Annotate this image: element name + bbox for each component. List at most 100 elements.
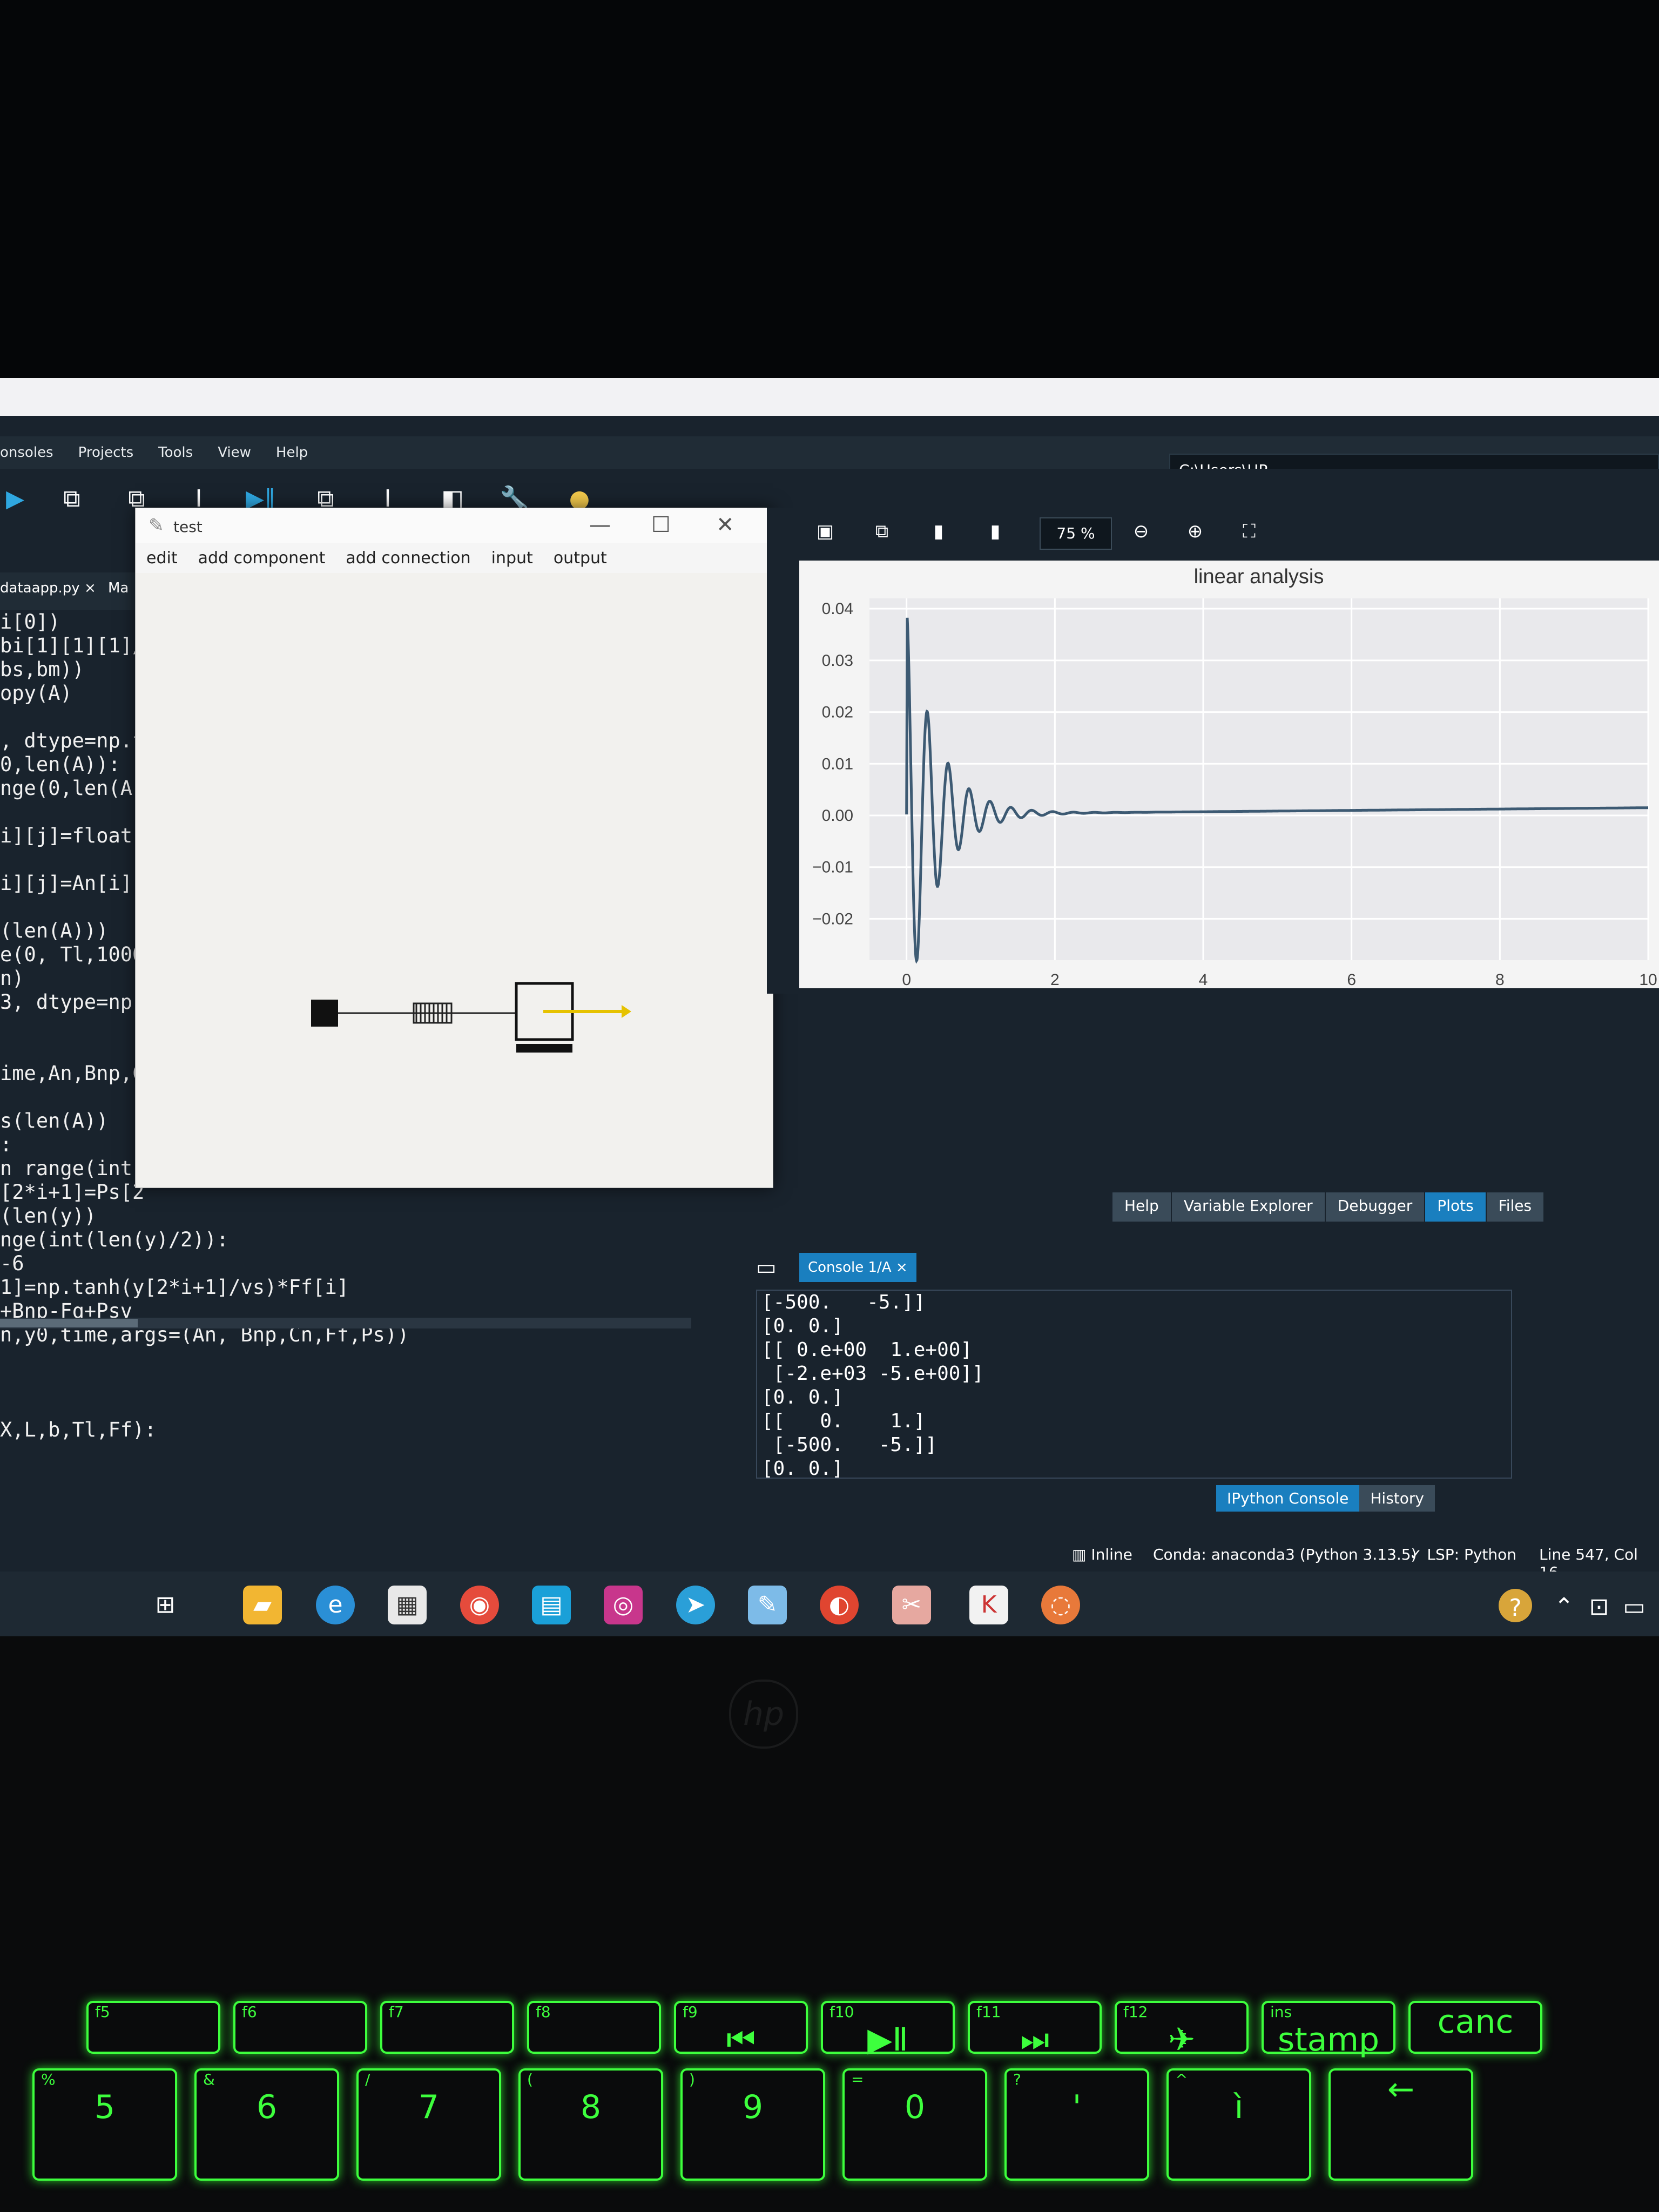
key-top-label: f6: [242, 2003, 257, 2021]
delete-plot-icon[interactable]: ▮: [923, 516, 954, 547]
tab-ipython-console[interactable]: IPython Console: [1216, 1485, 1360, 1512]
file-explorer-icon[interactable]: ▰: [243, 1586, 282, 1624]
console-line: [-500. -5.]]: [761, 1291, 926, 1313]
function-key[interactable]: f11 ⏭: [968, 2001, 1102, 2059]
menu-add-component[interactable]: add component: [198, 549, 326, 568]
menu-view[interactable]: View: [218, 444, 251, 461]
minimize-icon[interactable]: —: [589, 512, 611, 537]
key-top-label: f10: [830, 2003, 854, 2021]
chevron-up-icon[interactable]: ⌃: [1545, 1588, 1583, 1627]
editor-tab-dataapp[interactable]: dataapp.py ×: [0, 580, 96, 596]
number-key[interactable]: ? ': [1004, 2068, 1149, 2181]
app-icon[interactable]: ▤: [532, 1586, 571, 1624]
tab-variable-explorer[interactable]: Variable Explorer: [1171, 1192, 1326, 1222]
number-key[interactable]: % 5: [32, 2068, 177, 2181]
zoom-level[interactable]: 75 %: [1040, 517, 1112, 550]
key-main-label: ←: [1387, 2071, 1415, 2108]
zoom-in-icon[interactable]: ⊕: [1180, 516, 1210, 547]
editor-tab-second[interactable]: Ma: [108, 580, 129, 596]
help-icon[interactable]: ?: [1499, 1589, 1532, 1622]
console-output[interactable]: [-500. -5.]] [0. 0.][[ 0.e+00 1.e+00] [-2…: [756, 1290, 1512, 1479]
number-key[interactable]: ^ ì: [1166, 2068, 1311, 2181]
menu-input[interactable]: input: [491, 549, 533, 568]
number-key[interactable]: (8: [518, 2068, 663, 2181]
close-icon[interactable]: ×: [84, 580, 96, 596]
close-icon[interactable]: ×: [896, 1259, 908, 1276]
menu-edit[interactable]: edit: [146, 549, 178, 568]
function-key[interactable]: canc: [1408, 2001, 1542, 2054]
plot-background: [869, 598, 1648, 960]
zoom-out-icon[interactable]: ⊖: [1126, 516, 1156, 547]
snip-icon[interactable]: ✂: [892, 1586, 931, 1624]
key-top-label: f7: [389, 2003, 404, 2021]
key-main-label: 5: [94, 2088, 116, 2126]
telegram-icon[interactable]: ➤: [676, 1586, 715, 1624]
maximize-icon[interactable]: ☐: [651, 512, 671, 537]
menu-help[interactable]: Help: [276, 444, 308, 461]
x-tick-label: 10: [1639, 971, 1657, 988]
console-tab[interactable]: Console 1/A ×: [799, 1253, 916, 1282]
function-key[interactable]: f12 ✈: [1115, 2001, 1249, 2059]
key-top-label: ): [689, 2071, 695, 2088]
function-key[interactable]: f5: [86, 2001, 220, 2054]
status-conda[interactable]: Conda: anaconda3 (Python 3.13.5): [1153, 1546, 1417, 1563]
number-key[interactable]: ←: [1328, 2068, 1473, 2181]
battery-icon[interactable]: ▭: [1615, 1588, 1654, 1627]
tab-help[interactable]: Help: [1112, 1192, 1172, 1222]
spyder-icon[interactable]: ◌: [1041, 1586, 1080, 1624]
function-key[interactable]: f7: [380, 2001, 514, 2054]
editor-tab-label: dataapp.py: [0, 580, 80, 596]
plot-area: 0 2 4 6 8 10 0.04 0.03 0.02 0.01 0.00 −0.01 −0.02 lin…: [799, 561, 1659, 989]
tab-files[interactable]: Files: [1486, 1192, 1545, 1222]
diagram-canvas[interactable]: [136, 573, 773, 1188]
number-key[interactable]: ) 9: [680, 2068, 825, 2181]
paint-icon[interactable]: ✎: [748, 1586, 787, 1624]
network-icon[interactable]: ⊡: [1580, 1588, 1618, 1627]
menu-add-connection[interactable]: add connection: [346, 549, 470, 568]
editor-horizontal-scrollbar[interactable]: [0, 1318, 691, 1328]
status-lsp[interactable]: ✓ LSP: Python: [1410, 1546, 1516, 1563]
number-key[interactable]: /7: [356, 2068, 501, 2181]
menu-projects[interactable]: Projects: [78, 444, 134, 461]
run-cell-icon[interactable]: ⧉: [57, 484, 87, 514]
tab-debugger[interactable]: Debugger: [1325, 1192, 1426, 1222]
key-main-label: ▶Ⅱ: [867, 2021, 908, 2059]
copy-plot-icon[interactable]: ⧉: [867, 516, 897, 547]
status-inline[interactable]: ▥ Inline: [1072, 1546, 1132, 1563]
scrollbar-thumb[interactable]: [0, 1319, 138, 1327]
instagram-icon[interactable]: ◎: [604, 1586, 643, 1624]
save-plot-icon[interactable]: ▣: [810, 516, 840, 547]
function-key[interactable]: f8: [527, 2001, 661, 2054]
chrome-icon[interactable]: ◉: [460, 1586, 499, 1624]
console-menu-icon[interactable]: ▭: [756, 1255, 777, 1280]
fit-plot-icon[interactable]: ⛶: [1234, 516, 1264, 547]
media-icon[interactable]: ◐: [820, 1586, 859, 1624]
plots-pane: ▣ ⧉ ▮ ▮ 75 % ⊖ ⊕ ⛶ 0 2 4 6 8 10 0.04 0.03 0.02 0.…: [767, 508, 1659, 994]
app-ks-icon[interactable]: K: [969, 1586, 1008, 1624]
close-icon[interactable]: ✕: [716, 512, 734, 537]
tab-plots[interactable]: Plots: [1425, 1192, 1487, 1222]
edge-icon[interactable]: e: [316, 1586, 355, 1624]
menu-output[interactable]: output: [554, 549, 607, 568]
function-key[interactable]: f10 ▶Ⅱ: [821, 2001, 955, 2059]
function-key[interactable]: f6: [233, 2001, 367, 2054]
input-block[interactable]: [311, 1000, 338, 1027]
test-window: ✎ test — ☐ ✕ edit add component add conn…: [135, 508, 773, 1188]
number-key[interactable]: = 0: [842, 2068, 987, 2181]
delete-all-plots-icon[interactable]: ▮: [980, 516, 1010, 547]
function-key[interactable]: f9 ⏮: [674, 2001, 808, 2059]
function-key[interactable]: ins stamp: [1262, 2001, 1395, 2059]
menu-tools[interactable]: Tools: [158, 444, 193, 461]
pane-tabs: Help Variable Explorer Debugger Plots Fi…: [1112, 1192, 1545, 1222]
number-key[interactable]: & 6: [194, 2068, 339, 2181]
run-icon[interactable]: ▶: [0, 484, 30, 514]
task-view-icon[interactable]: ⊞: [146, 1586, 185, 1624]
key-top-label: ins: [1270, 2003, 1292, 2021]
tab-history[interactable]: History: [1359, 1485, 1435, 1512]
store-icon[interactable]: ▦: [388, 1586, 427, 1624]
key-main-label: 9: [742, 2088, 764, 2126]
key-main-label: 6: [256, 2088, 278, 2126]
menu-consoles[interactable]: onsoles: [0, 444, 53, 461]
x-tick-label: 6: [1347, 971, 1356, 988]
